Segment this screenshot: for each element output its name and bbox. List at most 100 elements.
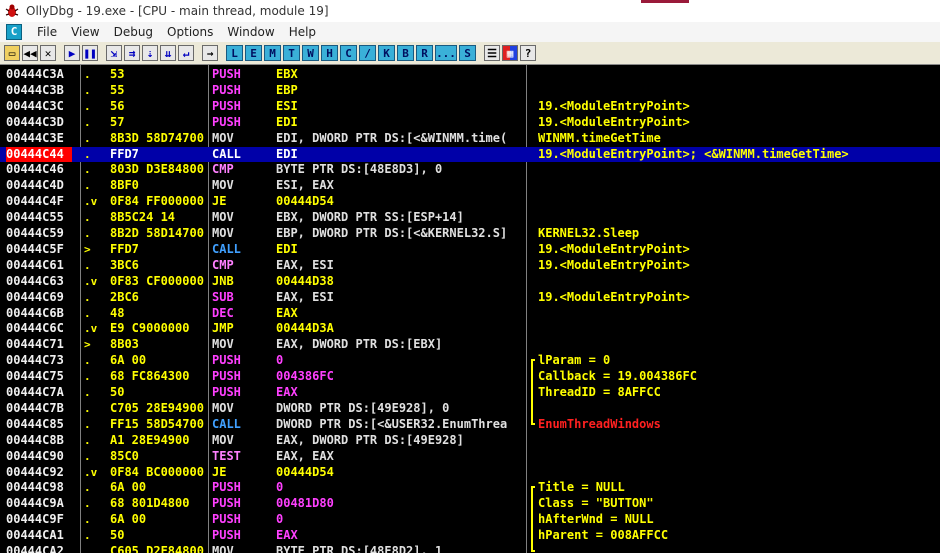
handles-button[interactable]: H — [321, 45, 338, 61]
menu-debug[interactable]: Debug — [107, 25, 160, 39]
hex-dump-cell: 57 — [110, 114, 125, 129]
hex-dump-cell: 8B5C24 14 — [110, 210, 176, 225]
address-cell: 00444C3C — [6, 98, 64, 113]
disasm-row[interactable]: 00444C98. 6A 00 PUSH 0 Title = NULL — [0, 480, 940, 496]
step-over-icon[interactable]: ⇉ — [124, 45, 140, 61]
menu-help[interactable]: Help — [282, 25, 323, 39]
jump-marker: > — [84, 338, 91, 352]
breakpoints-button[interactable]: B — [397, 45, 414, 61]
memory-button[interactable]: M — [264, 45, 281, 61]
operands-cell: 00444D54 — [276, 464, 334, 479]
address-cell: 00444C59 — [6, 226, 64, 240]
disasm-row[interactable]: 00444C4D. 8BF0 MOV ESI, EAX — [0, 178, 940, 194]
jump-marker: . — [84, 115, 91, 129]
mnemonic-cell: CMP — [212, 257, 234, 272]
hex-dump-cell: 0F83 CF000000 — [110, 273, 204, 288]
disasm-row[interactable]: 00444C3C. 56 PUSH ESI 19.<ModuleEntryPoint> — [0, 99, 940, 115]
menu-window[interactable]: Window — [220, 25, 281, 39]
list-icon[interactable]: ☰ — [484, 45, 500, 61]
call-stack-button[interactable]: K — [378, 45, 395, 61]
threads-button[interactable]: T — [283, 45, 300, 61]
disasm-row[interactable]: 00444C92 .v 0F84 BC000000 JE 00444D54 — [0, 465, 940, 481]
disasm-row[interactable]: 00444C85. FF15 58D54700 CALL DWORD PTR DS:[… — [0, 417, 940, 433]
restart-icon[interactable]: ◀◀ — [22, 45, 38, 61]
operands-cell: EDI — [276, 114, 298, 129]
execute-till-return-icon[interactable]: ↵ — [178, 45, 194, 61]
windows-button[interactable]: W — [302, 45, 319, 61]
run-icon[interactable]: ▶ — [64, 45, 80, 61]
operands-cell: 00444D38 — [276, 273, 334, 288]
jump-marker: . — [84, 68, 91, 81]
disasm-row[interactable]: 00444C9A. 68 801D4800 PUSH 00481D80 Class = … — [0, 496, 940, 512]
operands-cell: EAX, EAX — [276, 448, 334, 463]
disasm-row[interactable]: 00444C3B. 55 PUSH EBP — [0, 83, 940, 99]
operands-cell: EAX, DWORD PTR DS:[49E928] — [276, 432, 464, 447]
executables-button[interactable]: E — [245, 45, 262, 61]
disasm-row[interactable]: 00444C90. 85C0 TEST EAX, EAX — [0, 449, 940, 465]
log-window-button[interactable]: L — [226, 45, 243, 61]
menu-options[interactable]: Options — [160, 25, 220, 39]
trace-into-icon[interactable]: ⇣ — [142, 45, 158, 61]
disasm-row[interactable]: 00444C9F. 6A 00 PUSH 0 hAfterWnd = NULL — [0, 512, 940, 528]
comment-cell: hParent = 008AFFCC — [538, 528, 669, 543]
pause-icon[interactable]: ❚❚ — [82, 45, 98, 61]
source-button[interactable]: S — [459, 45, 476, 61]
disasm-row[interactable]: 00444C6C .v E9 C9000000 JMP 00444D3A — [0, 321, 940, 337]
open-icon[interactable]: ▭ — [4, 45, 20, 61]
disasm-row[interactable]: 00444C7A. 50 PUSH EAX ThreadID = 8AFFCC — [0, 385, 940, 401]
disasm-row[interactable]: 00444C3D. 57 PUSH EDI 19.<ModuleEntryPoint> — [0, 115, 940, 131]
step-into-icon[interactable]: ⇲ — [106, 45, 122, 61]
disasm-row[interactable]: 00444C46. 803D D3E84800 CMP BYTE PTR DS:[48… — [0, 162, 940, 178]
hex-dump-cell: 2BC6 — [110, 289, 139, 304]
cpu-window-icon[interactable]: C — [6, 24, 22, 40]
disasm-row[interactable]: 00444C6B. 48 DEC EAX — [0, 306, 940, 322]
disasm-row[interactable]: 00444CA1. 50 PUSH EAX hParent = 008AFFCC — [0, 528, 940, 544]
appearance-grid-icon[interactable]: ▦ — [502, 45, 518, 61]
disasm-row[interactable]: 00444C3E. 8B3D 58D74700 MOV EDI, DWORD PTR … — [0, 131, 940, 147]
address-cell: 00444C9A — [6, 496, 64, 511]
menu-view[interactable]: View — [64, 25, 106, 39]
run-trace-button[interactable]: ... — [435, 45, 457, 61]
disassembly-pane[interactable]: 00444C3A. 53 PUSH EBX 00444C3B. 55 PUSH EBP 0044… — [0, 65, 940, 553]
disasm-row[interactable]: 00444C75. 68 FC864300 PUSH 004386FC Callback… — [0, 369, 940, 385]
address-cell: 00444C63 — [6, 273, 64, 288]
disasm-row[interactable]: 00444C73. 6A 00 PUSH 0 lParam = 0 — [0, 353, 940, 369]
disasm-row[interactable]: 00444C63 .v 0F83 CF000000 JNB 00444D38 — [0, 274, 940, 290]
patches-button[interactable]: / — [359, 45, 376, 61]
mnemonic-cell: PUSH — [212, 114, 241, 129]
hex-dump-cell: 50 — [110, 528, 125, 543]
disasm-row[interactable]: 00444C4F .v 0F84 FF000000 JE 00444D54 — [0, 194, 940, 210]
cpu-button[interactable]: C — [340, 45, 357, 61]
jump-marker: .v — [84, 322, 98, 336]
disasm-row[interactable]: 00444C61. 3BC6 CMP EAX, ESI 19.<ModuleEntryP… — [0, 258, 940, 274]
operands-cell: EAX, DWORD PTR DS:[EBX] — [276, 337, 443, 352]
goto-icon[interactable]: → — [202, 45, 218, 61]
disasm-row[interactable]: 00444C7B. C705 28E94900 MOV DWORD PTR DS:[4… — [0, 401, 940, 417]
hex-dump-cell: 56 — [110, 98, 125, 113]
disasm-row[interactable]: 00444C55. 8B5C24 14 MOV EBX, DWORD PTR SS:[… — [0, 210, 940, 226]
close-icon[interactable]: ✕ — [40, 45, 56, 61]
comment-cell: EnumThreadWindows — [538, 416, 661, 431]
disasm-row[interactable]: 00444CA2. C605 D2E84800 MOV BYTE PTR DS:[48… — [0, 544, 940, 553]
disasm-row[interactable]: 00444C8B. A1 28E94900 MOV EAX, DWORD PTR DS… — [0, 433, 940, 449]
address-cell: 00444C8B — [6, 432, 64, 447]
address-cell: 00444C90 — [6, 448, 64, 463]
references-button[interactable]: R — [416, 45, 433, 61]
trace-over-icon[interactable]: ⇊ — [160, 45, 176, 61]
mnemonic-cell: MOV — [212, 432, 234, 447]
mnemonic-cell: CALL — [212, 146, 241, 161]
disasm-row[interactable]: 00444C71 >8B03 MOV EAX, DWORD PTR DS:[EBX] — [0, 337, 940, 353]
jump-marker: . — [84, 401, 91, 415]
disasm-row[interactable]: 00444C69. 2BC6 SUB EAX, ESI 19.<ModuleEntryP… — [0, 290, 940, 306]
menu-file[interactable]: File — [30, 25, 64, 39]
disasm-row[interactable]: 00444C44. FFD7 CALL EDI 19.<ModuleEntryPoint… — [0, 146, 940, 163]
operands-cell: ESI — [276, 98, 298, 113]
mnemonic-cell: PUSH — [212, 82, 241, 97]
disasm-row[interactable]: 00444C3A. 53 PUSH EBX — [0, 67, 940, 83]
help-icon[interactable]: ? — [520, 45, 536, 61]
disasm-row[interactable]: 00444C5F > FFD7 CALL EDI 19.<ModuleEntryPoint… — [0, 242, 940, 258]
mnemonic-cell: SUB — [212, 289, 234, 304]
mnemonic-cell: MOV — [212, 130, 234, 145]
hex-dump-cell: A1 28E94900 — [110, 432, 190, 447]
disasm-row[interactable]: 00444C59. 8B2D 58D14700 MOV EBP, DWORD PTR … — [0, 226, 940, 242]
